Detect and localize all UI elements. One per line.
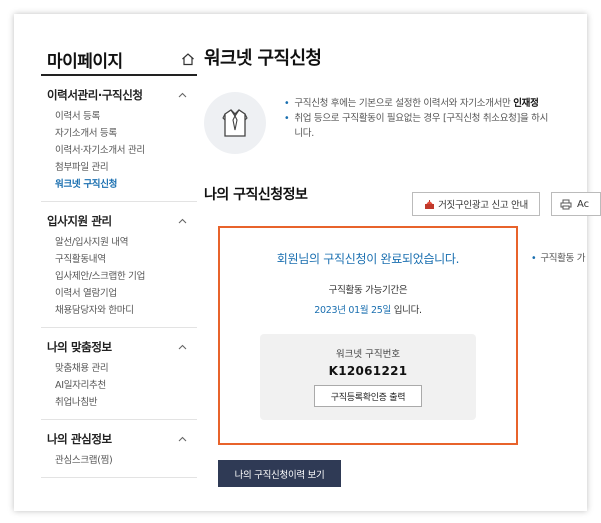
sidebar-group-list: 맞춤채용 관리 AI일자리추천 취업나침반 <box>47 360 197 411</box>
sidebar-group-list: 관심스크랩(찜) <box>47 452 197 469</box>
period-suffix: 입니다. <box>390 305 422 316</box>
sidebar: 마이페이지 이력서관리·구직신청이력서 등록 자기소개서 등록 이력서·자기소개서 … <box>41 44 197 478</box>
sidebar-title: 마이페이지 <box>47 51 123 72</box>
sidebar-group: 나의 맞춤정보맞춤채용 관리 AI일자리추천 취업나침반 <box>41 328 197 420</box>
sidebar-item[interactable]: 관심스크랩(찜) <box>47 452 197 469</box>
sidebar-group: 이력서관리·구직신청이력서 등록 자기소개서 등록 이력서·자기소개서 관리 첨부파일… <box>41 76 197 202</box>
sidebar-item[interactable]: 채용담당자와 한마디 <box>47 302 197 319</box>
view-history-button[interactable]: 나의 구직신청이력 보기 <box>218 460 341 487</box>
printer-icon <box>560 199 572 209</box>
sidebar-group-list: 알선/입사지원 내역 구직활동내역 입사제안/스크랩한 기업 이력서 열람기업 채용담당… <box>47 234 197 319</box>
sidebar-item[interactable]: 알선/입사지원 내역 <box>47 234 197 251</box>
sidebar-group-title: 입사지원 관리 <box>47 214 112 228</box>
sidebar-item[interactable]: 취업나침반 <box>47 394 197 411</box>
sidebar-item[interactable]: 이력서 열람기업 <box>47 285 197 302</box>
sidebar-group: 나의 관심정보관심스크랩(찜) <box>41 420 197 478</box>
sidebar-item[interactable]: 워크넷 구직신청 <box>47 176 197 193</box>
home-icon[interactable] <box>181 52 195 66</box>
sidebar-item[interactable]: AI일자리추천 <box>47 377 197 394</box>
main-content: 워크넷 구직신청 • 구직신청 후에는 기본으로 설정한 이력서와 자기소개서만 … <box>204 44 584 208</box>
notice-item: •니다. <box>294 128 314 139</box>
sidebar-group-title: 나의 맞춤정보 <box>47 340 112 354</box>
print-certificate-button[interactable]: 구직등록확인증 출력 <box>314 385 422 407</box>
side-note: • 구직활동 가 <box>531 253 586 264</box>
sidebar-group-header[interactable]: 입사지원 관리 <box>47 212 197 230</box>
shirt-icon-circle <box>204 92 266 154</box>
sidebar-group-header[interactable]: 나의 맞춤정보 <box>47 338 197 356</box>
application-result-box: 회원님의 구직신청이 완료되었습니다. 구직활동 가능기간은 2023년 01월… <box>218 226 518 445</box>
fake-job-report-button[interactable]: 거짓구인광고 신고 안내 <box>412 192 540 216</box>
sidebar-group-title: 이력서관리·구직신청 <box>47 88 143 102</box>
chevron-up-icon[interactable] <box>178 344 187 350</box>
notice-item: • 취업 등으로 구직활동이 필요없는 경우 [구직신청 취소요청]을 하시 <box>284 113 549 124</box>
period-label: 구직활동 가능기간은 <box>328 285 408 296</box>
chevron-up-icon[interactable] <box>178 92 187 98</box>
sidebar-group: 입사지원 관리알선/입사지원 내역 구직활동내역 입사제안/스크랩한 기업 이력서 열… <box>41 202 197 328</box>
print-button[interactable]: Ac <box>551 192 601 216</box>
sidebar-group-header[interactable]: 이력서관리·구직신청 <box>47 86 197 104</box>
sidebar-item[interactable]: 맞춤채용 관리 <box>47 360 197 377</box>
sidebar-item[interactable]: 구직활동내역 <box>47 251 197 268</box>
sidebar-item[interactable]: 이력서·자기소개서 관리 <box>47 142 197 159</box>
period-date-line: 2023년 01월 25일 입니다. <box>220 302 516 316</box>
chevron-up-icon[interactable] <box>178 436 187 442</box>
notice-list: • 구직신청 후에는 기본으로 설정한 이력서와 자기소개서만 인재정 • 취업 등… <box>284 92 548 162</box>
shirt-tie-icon <box>222 109 248 137</box>
chevron-up-icon[interactable] <box>178 218 187 224</box>
period-date: 2023년 01월 25일 <box>314 305 391 316</box>
notice-panel: • 구직신청 후에는 기본으로 설정한 이력서와 자기소개서만 인재정 • 취업 등… <box>204 92 584 162</box>
report-icon <box>425 199 435 209</box>
result-headline: 회원님의 구직신청이 완료되었습니다. <box>276 252 460 266</box>
sidebar-item[interactable]: 첨부파일 관리 <box>47 159 197 176</box>
sidebar-group-list: 이력서 등록 자기소개서 등록 이력서·자기소개서 관리 첨부파일 관리 워크넷 구직신… <box>47 108 197 193</box>
id-value: K12061221 <box>328 364 408 378</box>
sidebar-group-title: 나의 관심정보 <box>47 432 112 446</box>
sidebar-item[interactable]: 이력서 등록 <box>47 108 197 125</box>
sidebar-header: 마이페이지 <box>41 44 197 76</box>
sidebar-group-header[interactable]: 나의 관심정보 <box>47 430 197 448</box>
job-seeker-id-card: 워크넷 구직번호 K12061221 구직등록확인증 출력 <box>260 334 476 420</box>
page-title: 워크넷 구직신청 <box>204 48 322 69</box>
sidebar-item[interactable]: 자기소개서 등록 <box>47 125 197 142</box>
sidebar-item[interactable]: 입사제안/스크랩한 기업 <box>47 268 197 285</box>
notice-item: • 구직신청 후에는 기본으로 설정한 이력서와 자기소개서만 인재정 <box>284 98 539 109</box>
id-label: 워크넷 구직번호 <box>335 349 401 360</box>
section-title: 나의 구직신청정보 <box>204 187 308 203</box>
